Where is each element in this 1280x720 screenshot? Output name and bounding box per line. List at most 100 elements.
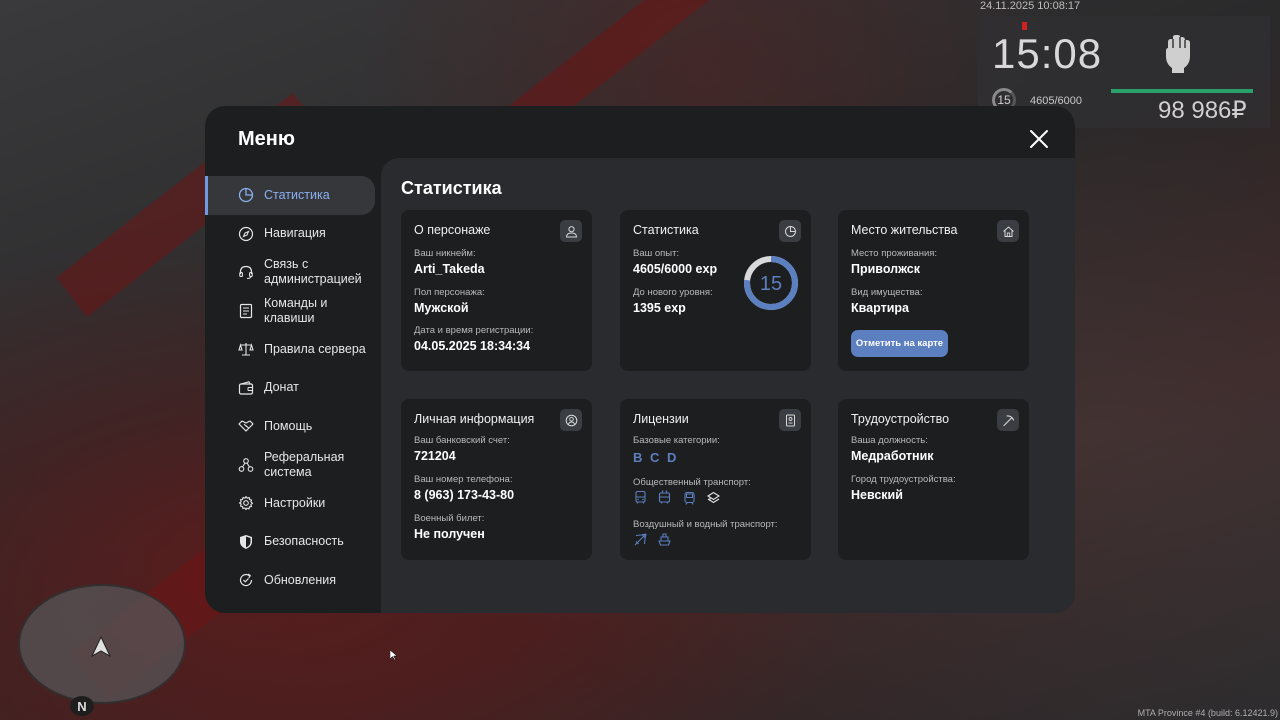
registration-value: 04.05.2025 18:34:34 [414,339,531,353]
registration-label: Дата и время регистрации: [414,325,534,336]
base-categories-label: Базовые категории: [633,435,720,446]
hud-datetime: 24.11.2025 10:08:17 [980,0,1081,12]
build-info: MTA Province #4 (build: 6.12421.9) [1137,708,1278,718]
sidebar-item-updates[interactable]: Обновления [205,561,381,600]
hud-health-bar [1111,89,1253,93]
residence-card: Место жительства Место проживания: Приво… [838,210,1029,371]
bus-icon [633,490,648,505]
fist-icon [1166,35,1190,73]
content-panel: Статистика О персонаже Ваш никнейм: Arti… [381,158,1075,613]
sidebar-item-label: Реферальная система [264,449,345,479]
taxi-icon [706,490,721,505]
card-title: Лицензии [633,412,689,426]
headset-icon [238,264,254,280]
nickname-label: Ваш никнейм: [414,248,476,259]
place-label: Место проживания: [851,248,938,259]
sidebar: Статистика Навигация Связь с администрац… [205,176,381,600]
document-list-icon [238,303,254,319]
sidebar-item-security[interactable]: Безопасность [205,523,381,562]
pickaxe-icon [997,409,1019,431]
card-title: Статистика [633,223,699,237]
sidebar-item-label: Команды и клавиши [264,295,328,325]
position-label: Ваша должность: [851,435,928,446]
employment-card: Трудоустройство Ваша должность: Медработ… [838,399,1029,560]
menu-window: Меню Статистика Навигация Связь с админи… [205,106,1075,613]
compass-north: N [70,696,94,716]
shield-icon [238,534,254,550]
character-card: О персонаже Ваш никнейм: Arti_Takeda Пол… [401,210,592,371]
air-water-transport-label: Воздушный и водный транспорт: [633,519,778,530]
military-value: Не получен [414,527,485,541]
license-category: C [650,450,660,465]
level-number: 15 [760,273,782,295]
card-title: Трудоустройство [851,412,950,426]
mark-on-map-button[interactable]: Отметить на карте [851,330,948,357]
position-value: Медработник [851,449,934,463]
next-level-value: 1395 exp [633,301,686,315]
property-label: Вид имущества: [851,287,923,298]
user-icon [560,220,582,242]
referral-icon [238,457,254,473]
sidebar-item-label: Безопасность [264,534,344,549]
bank-value: 721204 [414,449,456,463]
hud-clock: 15:08 [992,30,1103,77]
mouse-cursor-icon [390,650,398,660]
menu-title: Меню [238,128,295,150]
personal-info-card: Личная информация Ваш банковский счет: 7… [401,399,592,560]
sidebar-item-label: Правила сервера [264,341,366,356]
card-title: Место жительства [851,223,958,237]
phone-label: Ваш номер телефона: [414,474,513,485]
sidebar-item-admin-contact[interactable]: Связь с администрацией [205,253,381,292]
plane-icon [633,532,648,547]
sidebar-item-help[interactable]: Помощь [205,407,381,446]
id-card-icon [779,409,801,431]
phone-value: 8 (963) 173-43-80 [414,488,515,502]
gear-icon [238,495,254,511]
sidebar-item-commands[interactable]: Команды и клавиши [205,292,381,331]
home-icon [997,220,1019,242]
scales-icon [238,341,254,357]
tram-icon [682,490,697,505]
property-value: Квартира [851,301,909,315]
trolleybus-icon [657,490,672,505]
sidebar-item-label: Настройки [264,495,326,510]
sidebar-item-referral[interactable]: Реферальная система [205,446,381,485]
place-value: Приволжск [851,262,920,276]
sidebar-item-donate[interactable]: Донат [205,369,381,408]
handshake-icon [238,418,254,434]
sidebar-item-label: Статистика [264,187,330,202]
military-label: Военный билет: [414,513,485,524]
licenses-card: Лицензии Базовые категории: B C D Общест… [620,399,811,560]
license-category: B [633,450,643,465]
sidebar-item-navigation[interactable]: Навигация [205,215,381,254]
pie-chart-icon [238,187,254,203]
sidebar-item-label: Донат [264,380,299,395]
sidebar-item-settings[interactable]: Настройки [205,484,381,523]
license-category: D [667,450,677,465]
sidebar-item-statistics[interactable]: Статистика [205,176,375,215]
gender-value: Мужской [414,301,469,315]
work-city-label: Город трудоустройства: [851,474,956,485]
close-icon[interactable] [1028,128,1050,150]
card-title: О персонаже [414,223,491,237]
stats-card: Статистика Ваш опыт: 4605/6000 exp До но… [620,210,811,371]
sidebar-item-label: Помощь [264,418,313,433]
compass-icon [238,226,254,242]
user-circle-icon [560,409,582,431]
wallet-icon [238,380,254,396]
exp-label: Ваш опыт: [633,248,680,259]
work-city-value: Невский [851,488,903,502]
gender-label: Пол персонажа: [414,287,485,298]
card-title: Личная информация [414,412,535,426]
refresh-check-icon [238,572,254,588]
hud-money: 98 986₽ [1158,97,1247,124]
hud-indicator [1022,22,1027,30]
sidebar-item-rules[interactable]: Правила сервера [205,330,381,369]
next-level-label: До нового уровня: [633,287,713,298]
public-transport-label: Общественный транспорт: [633,477,751,488]
sidebar-item-label: Навигация [264,226,326,241]
level-progress-ring: 15 [744,256,798,310]
player-arrow-icon [90,636,112,658]
bank-label: Ваш банковский счет: [414,435,510,446]
boat-icon [657,532,672,547]
